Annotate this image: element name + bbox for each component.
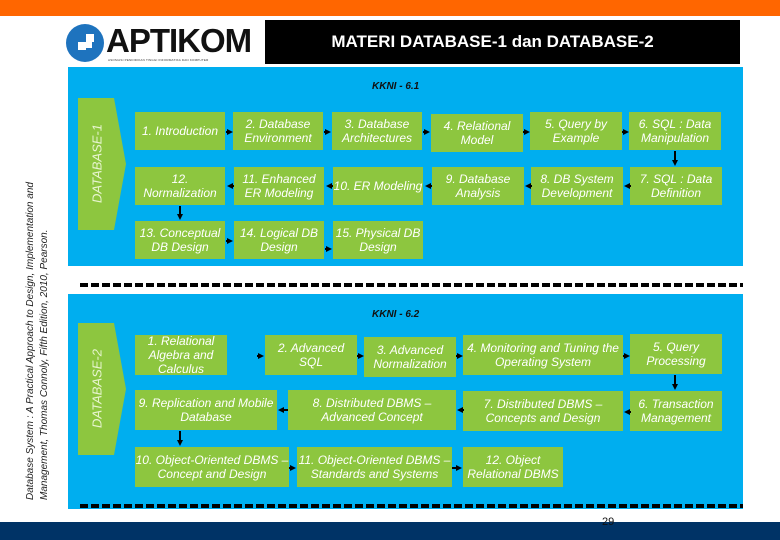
- database2-label: DATABASE-2: [89, 349, 105, 428]
- arrow-right-icon: [325, 129, 331, 135]
- db2-topic-1[interactable]: 1. Relational Algebra and Calculus: [135, 335, 227, 375]
- page-title: MATERI DATABASE-1 dan DATABASE-2: [331, 32, 654, 51]
- dashed-separator: [80, 504, 743, 508]
- arrow-stem: [628, 185, 631, 187]
- arrow-stem: [330, 185, 333, 187]
- logo-mark-icon: [66, 24, 104, 62]
- db2-topic-4[interactable]: 4. Monitoring and Tuning the Operating S…: [463, 335, 623, 375]
- aptikom-logo: APTIKOM ASOSIASI PENDIDIKAN TINGGI INFOR…: [66, 22, 252, 64]
- database1-label: DATABASE-1: [89, 124, 105, 203]
- db2-topic-3[interactable]: 3. Advanced Normalization: [364, 337, 456, 377]
- arrow-stem: [429, 185, 432, 187]
- db1-topic-1[interactable]: 1. Introduction: [135, 112, 225, 150]
- arrow-stem: [282, 409, 288, 411]
- kkni-6-1-label: KKNI - 6.1: [372, 81, 420, 92]
- arrow-down-icon: [672, 384, 678, 390]
- arrow-right-icon: [524, 129, 530, 135]
- arrow-right-icon: [258, 353, 264, 359]
- db2-topic-9[interactable]: 9. Replication and Mobile Database: [135, 390, 277, 430]
- db1-topic-5[interactable]: 5. Query by Example: [530, 112, 622, 150]
- kkni-6-2-label: KKNI - 6.2: [372, 309, 420, 320]
- dashed-separator: [80, 283, 743, 287]
- arrow-right-icon: [227, 129, 233, 135]
- arrow-right-icon: [227, 238, 233, 244]
- citation-line-1: Database System : A Practical Approach t…: [25, 182, 36, 500]
- db1-topic-14[interactable]: 14. Logical DB Design: [234, 221, 324, 259]
- arrow-right-icon: [624, 353, 630, 359]
- db1-topic-2[interactable]: 2. Database Environment: [233, 112, 323, 150]
- arrow-stem: [529, 185, 532, 187]
- arrow-down-icon: [177, 440, 183, 446]
- db2-topic-2[interactable]: 2. Advanced SQL: [265, 335, 357, 375]
- db1-topic-4[interactable]: 4. Relational Model: [431, 114, 523, 152]
- db1-topic-8[interactable]: 8. DB System Development: [531, 167, 623, 205]
- arrow-stem: [231, 185, 234, 187]
- arrow-right-icon: [326, 246, 332, 252]
- db1-topic-9[interactable]: 9. Database Analysis: [432, 167, 524, 205]
- db1-topic-15[interactable]: 15. Physical DB Design: [333, 221, 423, 259]
- db2-topic-12[interactable]: 12. Object Relational DBMS: [463, 447, 563, 487]
- arrow-down-icon: [672, 160, 678, 166]
- db1-topic-11[interactable]: 11. Enhanced ER Modeling: [234, 167, 324, 205]
- page-number: 29: [602, 516, 615, 528]
- db2-topic-8[interactable]: 8. Distributed DBMS – Advanced Concept: [288, 390, 456, 430]
- arrow-stem: [628, 411, 631, 413]
- db1-topic-6[interactable]: 6. SQL : Data Manipulation: [629, 112, 721, 150]
- arrow-right-icon: [456, 465, 462, 471]
- db2-topic-5[interactable]: 5. Query Processing: [630, 334, 722, 374]
- db2-topic-6[interactable]: 6. Transaction Management: [630, 391, 722, 431]
- arrow-right-icon: [290, 465, 296, 471]
- db2-topic-10[interactable]: 10. Object-Oriented DBMS – Concept and D…: [135, 447, 289, 487]
- arrow-stem: [461, 409, 464, 411]
- arrow-right-icon: [424, 129, 430, 135]
- db1-topic-10[interactable]: 10. ER Modeling: [333, 167, 423, 205]
- db1-topic-13[interactable]: 13. Conceptual DB Design: [135, 221, 225, 259]
- title-banner: MATERI DATABASE-1 dan DATABASE-2: [265, 20, 740, 64]
- db2-topic-11[interactable]: 11. Object-Oriented DBMS – Standards and…: [297, 447, 452, 487]
- arrow-right-icon: [358, 353, 364, 359]
- logo-subtitle: ASOSIASI PENDIDIKAN TINGGI INFORMATIKA D…: [108, 58, 209, 62]
- citation-line-2: Management, Thomas Connoly, Fifth Editio…: [39, 229, 50, 500]
- citation-text: Database System : A Practical Approach t…: [24, 80, 64, 500]
- logo-text: APTIKOM: [106, 22, 252, 59]
- arrow-down-icon: [177, 214, 183, 220]
- db2-topic-7[interactable]: 7. Distributed DBMS – Concepts and Desig…: [463, 391, 623, 431]
- db1-topic-7[interactable]: 7. SQL : Data Definition: [630, 167, 722, 205]
- arrow-right-icon: [457, 353, 463, 359]
- bottom-footer-bar: [0, 522, 780, 540]
- arrow-right-icon: [623, 129, 629, 135]
- db1-topic-12[interactable]: 12. Normalization: [135, 167, 225, 205]
- top-accent-bar: [0, 0, 780, 16]
- db1-topic-3[interactable]: 3. Database Architectures: [332, 112, 422, 150]
